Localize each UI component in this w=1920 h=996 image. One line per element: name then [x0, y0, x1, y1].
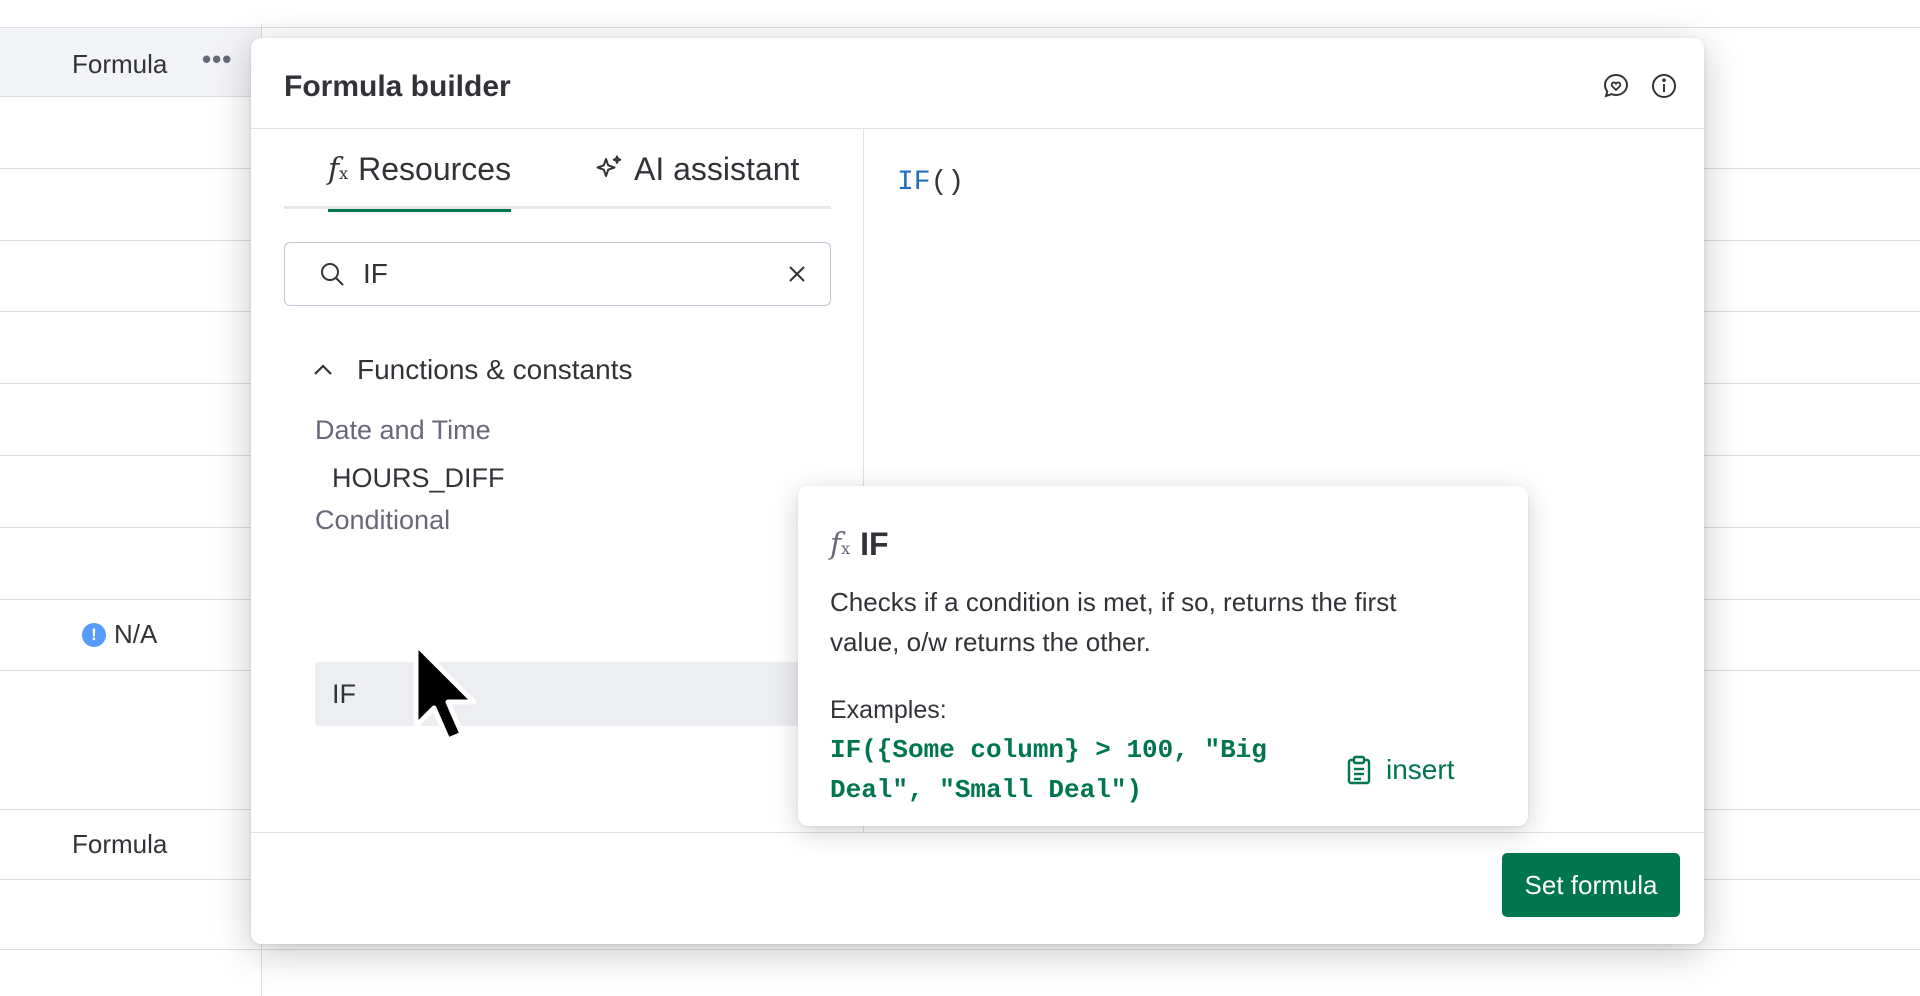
insert-label: insert — [1386, 754, 1455, 785]
resources-pane: fx Resources AI assistant IF Functions &… — [251, 129, 863, 832]
row-divider — [0, 27, 1920, 28]
group-label-date-time: Date and Time — [315, 415, 491, 445]
editor-rest: () — [930, 167, 965, 198]
na-value: N/A — [114, 619, 158, 649]
tab-resources[interactable]: fx Resources — [328, 129, 512, 212]
sparkle-icon — [596, 155, 622, 177]
tab-ai-assistant[interactable]: AI assistant — [594, 129, 799, 209]
function-item-hours-diff[interactable]: HOURS_DIFF — [315, 446, 863, 510]
functions-section-toggle[interactable]: Functions & constants — [311, 354, 632, 386]
function-tooltip-card: fx IF Checks if a condition is met, if s… — [798, 486, 1528, 826]
tooltip-description: Checks if a condition is met, if so, ret… — [830, 587, 1397, 657]
search-input[interactable] — [363, 253, 763, 295]
column-title-lower: Formula — [72, 829, 168, 859]
row-divider — [0, 949, 1920, 950]
na-cell[interactable]: ! N/A — [82, 619, 157, 650]
column-more-icon[interactable]: ••• — [202, 44, 232, 75]
modal-footer: Set formula — [251, 832, 1704, 944]
feedback-icon[interactable] — [1601, 71, 1631, 101]
modal-title: Formula builder — [284, 70, 511, 103]
modal-header: Formula builder — [251, 38, 1704, 129]
info-icon[interactable] — [1649, 71, 1679, 101]
editor-keyword: IF — [897, 167, 931, 198]
insert-button[interactable]: insert — [1346, 754, 1454, 786]
tooltip-title: fx IF — [830, 526, 889, 563]
close-icon[interactable] — [786, 263, 808, 285]
function-icon: fx — [328, 151, 349, 187]
formula-editor[interactable]: IF() — [897, 167, 964, 198]
search-box[interactable] — [284, 242, 831, 306]
section-label: Functions & constants — [357, 354, 633, 385]
column-title: Formula — [72, 49, 168, 79]
function-icon: fx — [830, 527, 851, 562]
group-label-conditional: Conditional — [315, 505, 451, 535]
tooltip-examples-label: Examples: — [830, 696, 947, 724]
function-item-if[interactable]: IF — [315, 662, 863, 726]
set-formula-button[interactable]: Set formula — [1502, 853, 1680, 917]
tab-bar: fx Resources AI assistant — [284, 129, 831, 212]
tab-ai-assistant-label: AI assistant — [634, 150, 800, 187]
tab-resources-label: Resources — [358, 150, 512, 187]
clipboard-icon — [1347, 755, 1371, 785]
tooltip-example-code: IF({Some column} > 100, "Big Deal", "Sma… — [830, 735, 1267, 805]
chevron-up-icon — [314, 364, 332, 375]
tooltip-function-name: IF — [860, 526, 889, 562]
stage: Formula ••• ! N/A Formula Formula builde… — [0, 0, 1920, 996]
search-icon — [321, 263, 344, 286]
warning-icon: ! — [82, 622, 106, 647]
